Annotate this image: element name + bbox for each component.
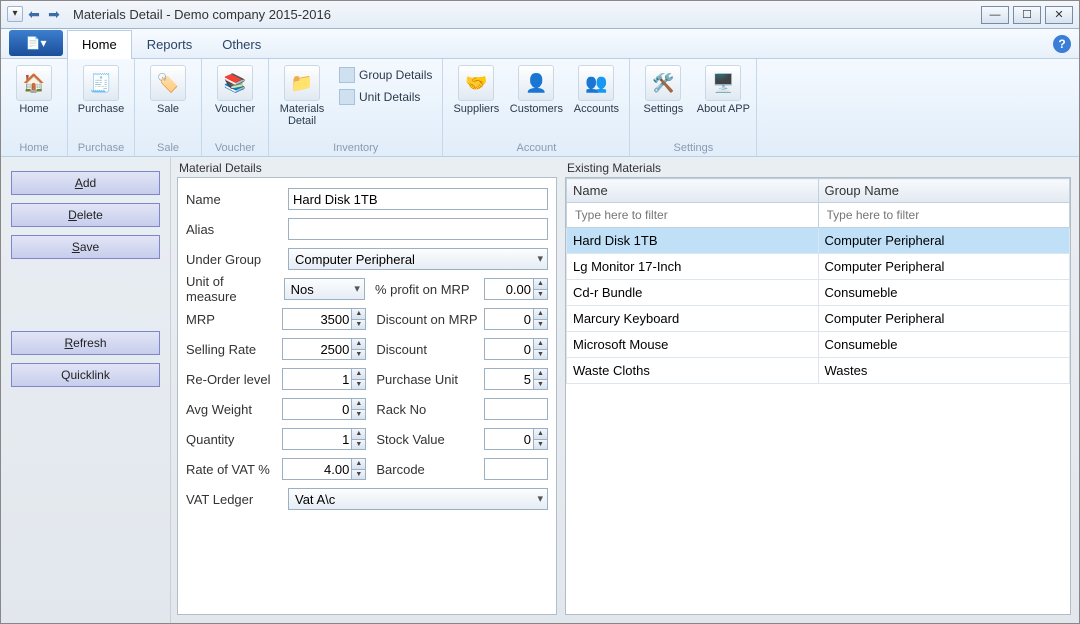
- ribbon-customers[interactable]: 👤Customers: [507, 61, 565, 142]
- tab-home[interactable]: Home: [67, 30, 132, 59]
- barcode-input[interactable]: [484, 458, 548, 480]
- label-discount: Discount: [372, 342, 478, 357]
- about-app-icon: 🖥️: [705, 65, 741, 101]
- close-button[interactable]: ✕: [1045, 6, 1073, 24]
- app-window: ▾ ⬅ ➡ Materials Detail - Demo company 20…: [0, 0, 1080, 624]
- customers-icon: 👤: [518, 65, 554, 101]
- under-group-select[interactable]: Computer Peripheral: [288, 248, 548, 270]
- back-arrow-icon[interactable]: ⬅: [25, 6, 43, 24]
- work-area: Add Delete Save Refresh Quicklink Materi…: [1, 157, 1079, 623]
- ribbon-group-inventory: 📁Materials DetailGroup DetailsUnit Detai…: [269, 59, 443, 156]
- ribbon-group-sale: 🏷️SaleSale: [135, 59, 202, 156]
- label-disc-mrp: Discount on MRP: [372, 312, 478, 327]
- existing-materials-section: Existing Materials Name Group Name: [565, 161, 1071, 615]
- ribbon-voucher[interactable]: 📚Voucher: [206, 61, 264, 142]
- application-menu-button[interactable]: 📄▾: [9, 30, 63, 56]
- col-name[interactable]: Name: [567, 179, 819, 203]
- label-selling-rate: Selling Rate: [186, 342, 276, 357]
- materials-detail-icon: 📁: [284, 65, 320, 101]
- label-rack-no: Rack No: [372, 402, 478, 417]
- quicklink-button[interactable]: Quicklink: [11, 363, 160, 387]
- maximize-button[interactable]: ☐: [1013, 6, 1041, 24]
- ribbon-home[interactable]: 🏠Home: [5, 61, 63, 142]
- table-row[interactable]: Hard Disk 1TBComputer Peripheral: [567, 228, 1070, 254]
- ribbon-suppliers[interactable]: 🤝Suppliers: [447, 61, 505, 142]
- filter-name-input[interactable]: [573, 207, 812, 223]
- refresh-button[interactable]: Refresh: [11, 331, 160, 355]
- unit-details-icon: [339, 89, 355, 105]
- dropdown-nav-icon[interactable]: ▾: [7, 6, 23, 22]
- save-button[interactable]: Save: [11, 235, 160, 259]
- tab-reports[interactable]: Reports: [132, 30, 208, 59]
- uom-select[interactable]: Nos: [284, 278, 365, 300]
- ribbon-tabstrip: 📄▾ HomeReportsOthers ?: [1, 29, 1079, 59]
- label-avg-weight: Avg Weight: [186, 402, 276, 417]
- ribbon-group-purchase: 🧾PurchasePurchase: [68, 59, 135, 156]
- alias-input[interactable]: [288, 218, 548, 240]
- voucher-icon: 📚: [217, 65, 253, 101]
- material-details-section: Material Details Name Alias Under Group …: [177, 161, 557, 615]
- ribbon-group-home: 🏠HomeHome: [1, 59, 68, 156]
- filter-group-input[interactable]: [825, 207, 1064, 223]
- ribbon-purchase[interactable]: 🧾Purchase: [72, 61, 130, 142]
- action-sidebar: Add Delete Save Refresh Quicklink: [1, 157, 171, 623]
- label-under-group: Under Group: [186, 252, 282, 267]
- existing-materials-table: Name Group Name Hard Disk 1TBComputer Pe…: [566, 178, 1070, 384]
- table-row[interactable]: Microsoft MouseConsumeble: [567, 332, 1070, 358]
- label-uom: Unit of measure: [186, 274, 278, 304]
- label-vat-rate: Rate of VAT %: [186, 462, 276, 477]
- settings-icon: 🛠️: [645, 65, 681, 101]
- rack-no-input[interactable]: [484, 398, 548, 420]
- title-bar: ▾ ⬅ ➡ Materials Detail - Demo company 20…: [1, 1, 1079, 29]
- label-purchase-unit: Purchase Unit: [372, 372, 478, 387]
- table-row[interactable]: Lg Monitor 17-InchComputer Peripheral: [567, 254, 1070, 280]
- table-row[interactable]: Cd-r BundleConsumeble: [567, 280, 1070, 306]
- label-alias: Alias: [186, 222, 282, 237]
- vat-ledger-select[interactable]: Vat A\c: [288, 488, 548, 510]
- ribbon-group-settings: 🛠️Settings🖥️About APPSettings: [630, 59, 757, 156]
- tab-others[interactable]: Others: [207, 30, 276, 59]
- label-barcode: Barcode: [372, 462, 478, 477]
- delete-button[interactable]: Delete: [11, 203, 160, 227]
- label-stock-value: Stock Value: [372, 432, 478, 447]
- sale-icon: 🏷️: [150, 65, 186, 101]
- existing-materials-heading: Existing Materials: [565, 161, 1071, 177]
- ribbon-materials-detail[interactable]: 📁Materials Detail: [273, 61, 331, 142]
- label-quantity: Quantity: [186, 432, 276, 447]
- name-input[interactable]: [288, 188, 548, 210]
- ribbon-accounts[interactable]: 👥Accounts: [567, 61, 625, 142]
- ribbon-about-app[interactable]: 🖥️About APP: [694, 61, 752, 142]
- label-mrp: MRP: [186, 312, 276, 327]
- help-icon[interactable]: ?: [1053, 35, 1071, 53]
- document-icon: 📄▾: [26, 36, 47, 50]
- minimize-button[interactable]: —: [981, 6, 1009, 24]
- ribbon-group-voucher: 📚VoucherVoucher: [202, 59, 269, 156]
- ribbon-group-account: 🤝Suppliers👤Customers👥AccountsAccount: [443, 59, 630, 156]
- suppliers-icon: 🤝: [458, 65, 494, 101]
- material-details-heading: Material Details: [177, 161, 557, 177]
- ribbon-sale[interactable]: 🏷️Sale: [139, 61, 197, 142]
- spin-down-icon[interactable]: ▼: [533, 290, 547, 300]
- ribbon: 🏠HomeHome🧾PurchasePurchase🏷️SaleSale📚Vou…: [1, 59, 1079, 157]
- ribbon-settings[interactable]: 🛠️Settings: [634, 61, 692, 142]
- forward-arrow-icon[interactable]: ➡: [45, 6, 63, 24]
- col-group[interactable]: Group Name: [818, 179, 1070, 203]
- table-row[interactable]: Marcury KeyboardComputer Peripheral: [567, 306, 1070, 332]
- window-title: Materials Detail - Demo company 2015-201…: [69, 7, 981, 22]
- home-icon: 🏠: [16, 65, 52, 101]
- label-profit-mrp: % profit on MRP: [371, 282, 478, 297]
- ribbon-group-details[interactable]: Group Details: [333, 65, 438, 85]
- table-row[interactable]: Waste ClothsWastes: [567, 358, 1070, 384]
- group-details-icon: [339, 67, 355, 83]
- spin-up-icon[interactable]: ▲: [533, 279, 547, 290]
- label-name: Name: [186, 192, 282, 207]
- accounts-icon: 👥: [578, 65, 614, 101]
- label-reorder: Re-Order level: [186, 372, 276, 387]
- ribbon-unit-details[interactable]: Unit Details: [333, 87, 438, 107]
- purchase-icon: 🧾: [83, 65, 119, 101]
- label-vat-ledger: VAT Ledger: [186, 492, 282, 507]
- add-button[interactable]: Add: [11, 171, 160, 195]
